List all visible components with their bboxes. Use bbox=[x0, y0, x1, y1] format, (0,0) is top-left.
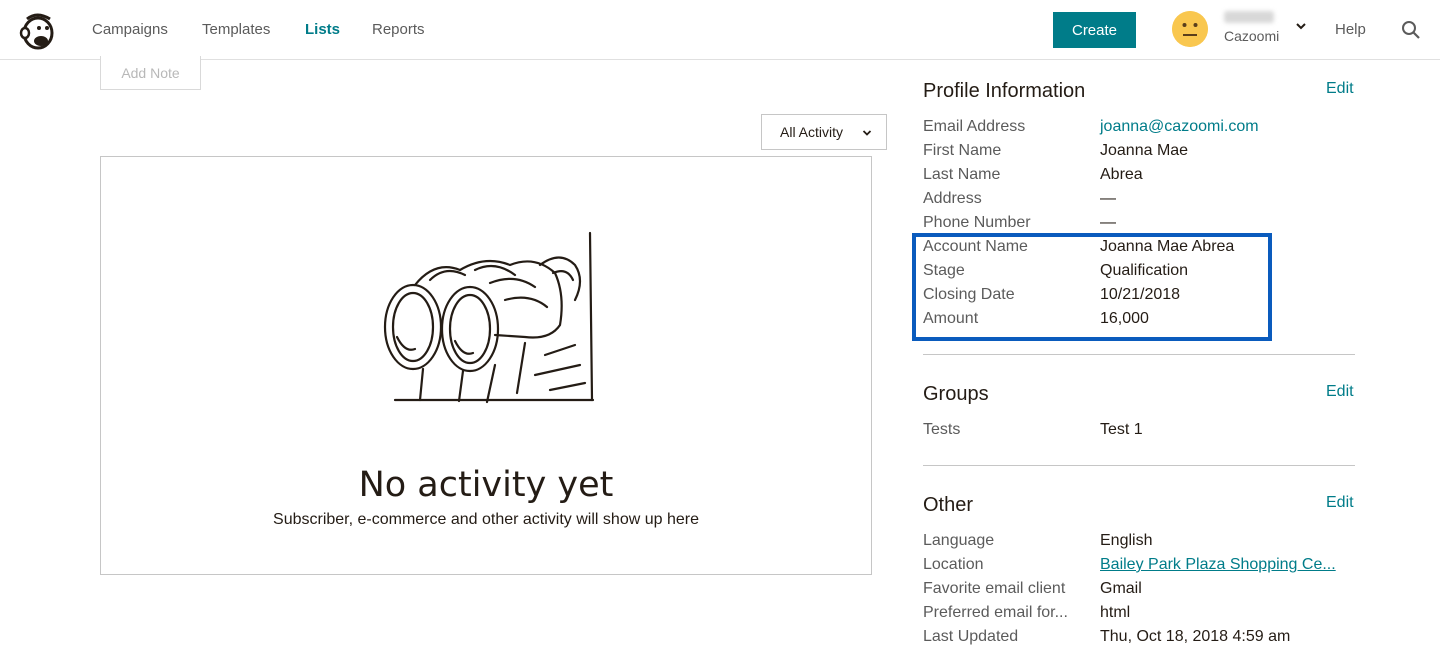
field-label-last-name: Last Name bbox=[923, 166, 1001, 183]
field-label-language: Language bbox=[923, 532, 995, 549]
other-section-title: Other bbox=[923, 494, 974, 516]
create-button[interactable]: Create bbox=[1053, 12, 1136, 48]
nav-lists[interactable]: Lists bbox=[305, 21, 340, 38]
field-label-email-format: Preferred email for... bbox=[923, 604, 1068, 621]
top-navigation-bar: Campaigns Templates Lists Reports Create… bbox=[0, 0, 1440, 60]
field-label-amount: Amount bbox=[923, 310, 979, 327]
groups-section-title: Groups bbox=[923, 383, 989, 405]
nav-templates[interactable]: Templates bbox=[202, 21, 270, 38]
org-name[interactable]: Cazoomi bbox=[1224, 28, 1279, 44]
neutral-face-icon[interactable] bbox=[1172, 11, 1208, 47]
field-value-account-name: Joanna Mae Abrea bbox=[1100, 238, 1235, 255]
chevron-down-icon[interactable] bbox=[1294, 19, 1308, 33]
mailchimp-logo-icon[interactable] bbox=[17, 11, 57, 51]
field-label-location: Location bbox=[923, 556, 984, 573]
field-label-first-name: First Name bbox=[923, 142, 1002, 159]
profile-edit-link[interactable]: Edit bbox=[1326, 80, 1354, 98]
field-value-location[interactable]: Bailey Park Plaza Shopping Ce... bbox=[1100, 556, 1336, 574]
add-note-button[interactable]: Add Note bbox=[100, 56, 201, 90]
empty-state-subtitle: Subscriber, e-commerce and other activit… bbox=[273, 511, 699, 528]
field-label-email-client: Favorite email client bbox=[923, 580, 1066, 597]
chevron-down-icon bbox=[862, 130, 872, 136]
section-divider bbox=[923, 465, 1355, 466]
other-edit-link[interactable]: Edit bbox=[1326, 494, 1354, 512]
field-label-address: Address bbox=[923, 190, 982, 207]
nav-reports[interactable]: Reports bbox=[372, 21, 425, 38]
field-value-email[interactable]: joanna@cazoomi.com bbox=[1100, 118, 1259, 136]
field-value-first-name: Joanna Mae bbox=[1100, 142, 1189, 159]
profile-section-title: Profile Information bbox=[923, 80, 1086, 102]
section-divider bbox=[923, 354, 1355, 355]
groups-edit-link[interactable]: Edit bbox=[1326, 383, 1354, 401]
field-value-language: English bbox=[1100, 532, 1153, 549]
field-value-closing-date: 10/21/2018 bbox=[1100, 286, 1181, 303]
field-value-amount: 16,000 bbox=[1100, 310, 1149, 327]
field-label-last-updated: Last Updated bbox=[923, 628, 1019, 645]
field-label-phone: Phone Number bbox=[923, 214, 1031, 231]
field-value-email-client: Gmail bbox=[1100, 580, 1142, 597]
binoculars-icon bbox=[383, 231, 595, 404]
field-value-last-updated: Thu, Oct 18, 2018 4:59 am bbox=[1100, 628, 1291, 645]
field-value-stage: Qualification bbox=[1100, 262, 1189, 279]
field-value-last-name: Abrea bbox=[1100, 166, 1143, 183]
help-link[interactable]: Help bbox=[1335, 21, 1366, 38]
field-value-address: — bbox=[1100, 190, 1116, 207]
field-label-tests: Tests bbox=[923, 421, 961, 438]
field-label-email: Email Address bbox=[923, 118, 1026, 135]
field-value-phone: — bbox=[1100, 214, 1116, 231]
user-name-redacted bbox=[1224, 11, 1274, 23]
search-icon[interactable] bbox=[1401, 20, 1421, 40]
nav-campaigns[interactable]: Campaigns bbox=[92, 21, 168, 38]
field-label-account-name: Account Name bbox=[923, 238, 1028, 255]
activity-filter-select[interactable]: All Activity bbox=[761, 114, 887, 150]
field-value-email-format: html bbox=[1100, 604, 1131, 621]
activity-filter-value: All Activity bbox=[780, 124, 844, 140]
empty-state-title: No activity yet bbox=[358, 465, 614, 505]
field-label-stage: Stage bbox=[923, 262, 965, 279]
field-label-closing-date: Closing Date bbox=[923, 286, 1015, 303]
field-value-tests: Test 1 bbox=[1100, 421, 1143, 438]
